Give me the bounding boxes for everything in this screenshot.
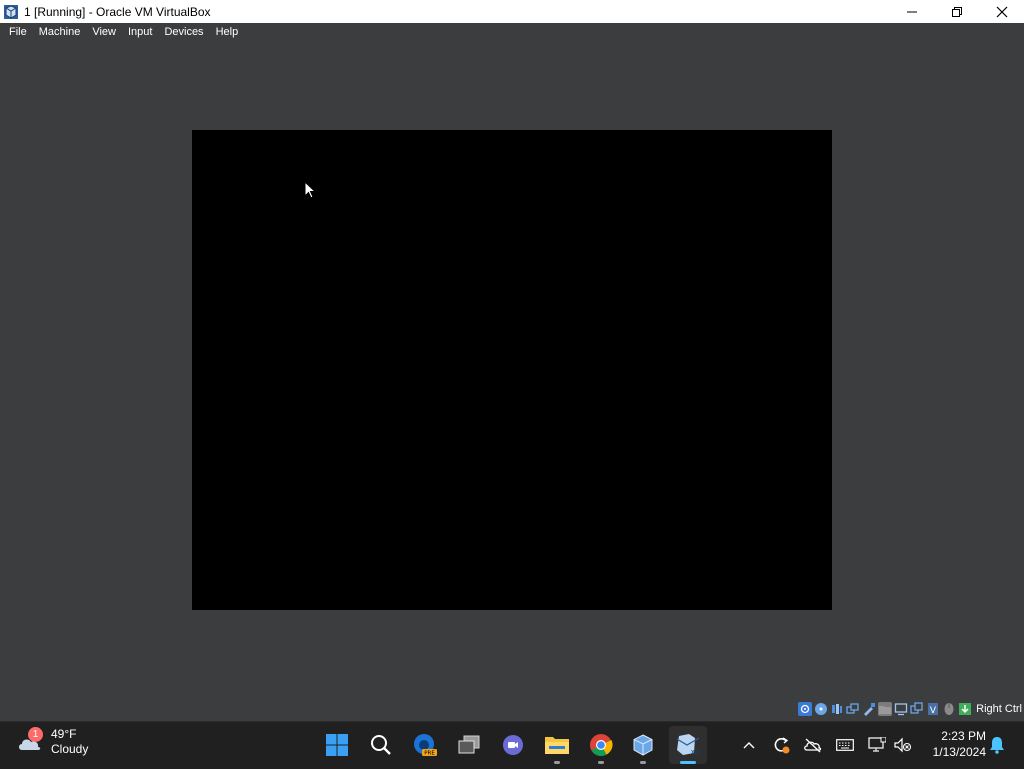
task-view-icon (458, 735, 480, 754)
virtualbox-vm-window-button[interactable]: xp (669, 726, 707, 764)
clock-date: 1/13/2024 (932, 745, 986, 759)
edge-preview-button[interactable]: PRE (406, 726, 444, 764)
weather-temperature: 49°F (51, 727, 77, 741)
network-tray-button[interactable] (866, 734, 888, 756)
minimize-icon (906, 11, 917, 12)
chrome-icon (590, 734, 613, 756)
close-button[interactable] (979, 0, 1024, 23)
host-key-label: Right Ctrl (976, 703, 1022, 715)
window-title: 1 [Running] - Oracle VM VirtualBox (24, 4, 211, 19)
notifications-button[interactable] (986, 734, 1008, 756)
shared-folders-icon[interactable] (878, 702, 893, 716)
weather-badge: 1 (28, 727, 43, 742)
mouse-integration-icon[interactable] (942, 702, 957, 716)
clock[interactable]: 2:23 PM 1/13/2024 (918, 728, 986, 760)
menu-view[interactable]: View (86, 23, 122, 42)
chevron-up-icon (743, 742, 755, 749)
running-indicator (640, 761, 646, 764)
menu-file[interactable]: File (0, 23, 33, 42)
show-hidden-icons-button[interactable] (738, 734, 760, 756)
edge-preview-icon: PRE (414, 734, 437, 757)
keyboard-tray-button[interactable] (834, 734, 856, 756)
bell-icon (990, 737, 1004, 754)
vm-display[interactable] (192, 130, 832, 610)
svg-text:xp: xp (691, 748, 700, 756)
virtualbox-icon (3, 4, 19, 20)
virtualbox-manager-button[interactable] (624, 726, 662, 764)
cloud-off-icon (804, 738, 822, 753)
sync-tray-button[interactable] (770, 734, 792, 756)
mouse-pointer-icon (304, 180, 317, 204)
search-icon (371, 735, 391, 755)
windows-logo-icon (326, 734, 348, 756)
weather-condition: Cloudy (51, 742, 89, 756)
sync-icon (774, 737, 790, 754)
active-indicator (680, 761, 696, 764)
minimize-button[interactable] (889, 0, 934, 23)
recording-icon[interactable] (910, 702, 925, 716)
file-explorer-button[interactable] (538, 726, 576, 764)
menu-bar: File Machine View Input Devices Help (0, 23, 1024, 42)
running-indicator (554, 761, 560, 764)
volume-tray-button[interactable] (892, 734, 914, 756)
network-icon[interactable] (846, 702, 861, 716)
chrome-button[interactable] (582, 726, 620, 764)
speaker-muted-icon (894, 737, 912, 753)
display-icon[interactable] (894, 702, 909, 716)
restore-icon (951, 6, 962, 17)
keyboard-capture-icon[interactable] (958, 702, 973, 716)
cloud-icon: 1 (16, 727, 44, 756)
meet-chat-button[interactable] (494, 726, 532, 764)
search-button[interactable] (362, 726, 400, 764)
close-icon (996, 6, 1007, 17)
weather-widget[interactable]: 1 49°F Cloudy (16, 727, 88, 757)
task-view-button[interactable] (450, 726, 488, 764)
audio-icon[interactable] (830, 702, 845, 716)
onedrive-tray-button[interactable] (802, 734, 824, 756)
vm-status-bar: V Right Ctrl (798, 699, 1024, 719)
folder-icon (545, 737, 569, 754)
virtualbox-xp-icon: xp (676, 734, 700, 756)
svg-text:V: V (930, 706, 937, 716)
network-monitor-icon (868, 737, 886, 752)
taskbar: 1 49°F Cloudy PRE xp 2:23 PM 1/13/2024 (0, 721, 1024, 769)
virtualization-icon[interactable]: V (926, 702, 941, 716)
title-bar[interactable]: 1 [Running] - Oracle VM VirtualBox (0, 0, 1024, 23)
optical-drive-icon[interactable] (814, 702, 829, 716)
menu-input[interactable]: Input (122, 23, 158, 42)
restore-button[interactable] (934, 0, 979, 23)
menu-machine[interactable]: Machine (33, 23, 87, 42)
hard-disk-icon[interactable] (798, 702, 813, 716)
virtualbox-cube-icon (633, 734, 653, 756)
usb-icon[interactable] (862, 702, 877, 716)
running-indicator (598, 761, 604, 764)
menu-devices[interactable]: Devices (158, 23, 209, 42)
keyboard-icon (836, 739, 854, 751)
chat-icon (503, 735, 523, 755)
menu-help[interactable]: Help (210, 23, 245, 42)
clock-time: 2:23 PM (941, 729, 986, 743)
svg-text:PRE: PRE (424, 751, 435, 757)
start-button[interactable] (318, 726, 356, 764)
